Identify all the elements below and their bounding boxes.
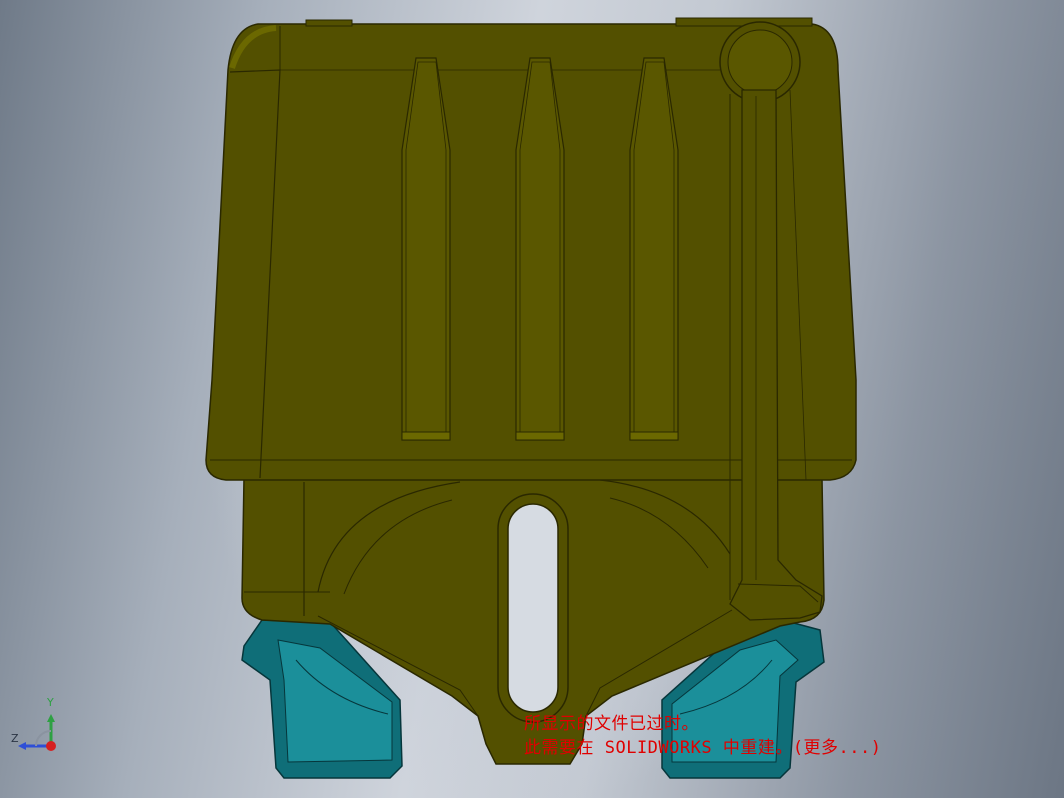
y-axis-label: Y [47,696,54,709]
axis-triad-icon [18,714,56,751]
rib-1 [401,57,451,441]
notice-line-2-more-link[interactable]: 此需要在 SOLIDWORKS 中重建。(更多...) [524,736,882,760]
rib-3 [629,57,679,441]
rib-2 [515,57,565,441]
rebuild-notice[interactable]: 所显示的文件已过时。 此需要在 SOLIDWORKS 中重建。(更多...) [524,712,882,760]
view-orientation-triad: Y Z [8,696,68,758]
z-axis-label: Z [11,732,19,745]
notice-line-1: 所显示的文件已过时。 [524,714,699,734]
graphics-viewport[interactable]: Y Z 所显示的文件已过时。 此需要在 SOLIDWORKS 中重建。(更多..… [0,0,1064,798]
3d-model[interactable] [0,0,1064,798]
